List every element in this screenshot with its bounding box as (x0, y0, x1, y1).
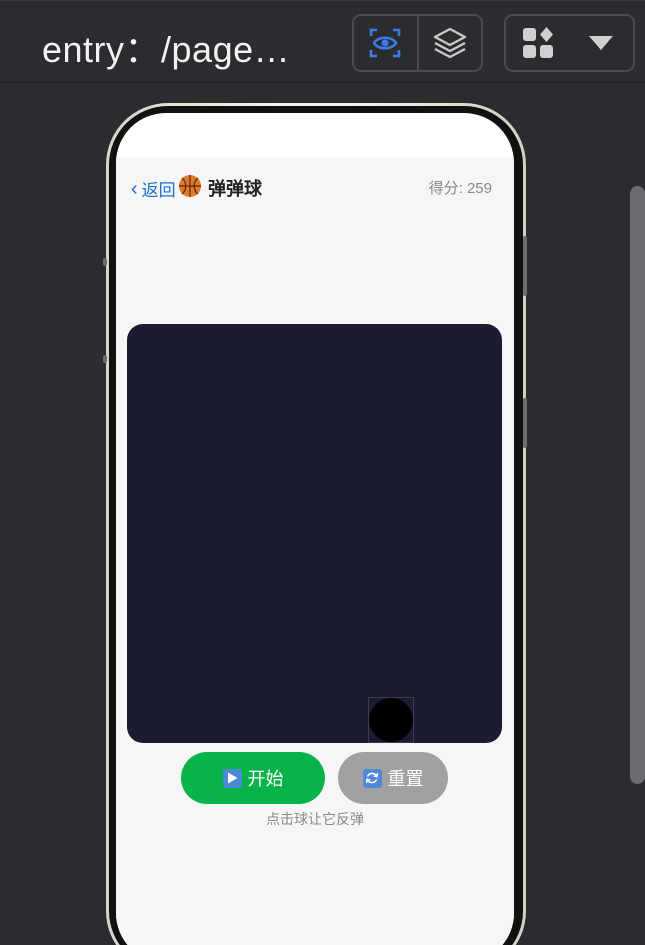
nav-bar: ‹ 返回 弹弹球 得分: 259 (116, 157, 514, 217)
inspect-button[interactable] (354, 16, 417, 70)
play-icon (222, 768, 242, 788)
device-side-button (523, 236, 527, 296)
chevron-left-icon: ‹ (131, 177, 138, 200)
layers-button[interactable] (416, 16, 482, 70)
back-button[interactable]: ‹ 返回 (131, 176, 176, 201)
components-button[interactable] (506, 16, 570, 70)
device-screen: ‹ 返回 弹弹球 得分: 259 开始 重置 点击球让它反弹 (116, 113, 514, 945)
reset-label: 重置 (387, 769, 424, 789)
preview-toolbar: entry：/page… (0, 0, 645, 83)
game-canvas[interactable] (127, 324, 502, 743)
dropdown-button[interactable] (570, 16, 634, 70)
app-page: ‹ 返回 弹弹球 得分: 259 开始 重置 点击球让它反弹 (116, 157, 514, 945)
components-icon (522, 27, 553, 58)
device-side-button (103, 258, 107, 266)
control-row: 开始 重置 (116, 752, 514, 806)
layers-icon (433, 27, 466, 59)
start-button[interactable]: 开始 (181, 752, 325, 804)
start-label: 开始 (247, 769, 284, 789)
preview-scrollbar[interactable] (630, 186, 645, 784)
hint-text: 点击球让它反弹 (266, 811, 364, 827)
score-label: 得分: 259 (428, 180, 492, 197)
reset-button[interactable]: 重置 (338, 752, 448, 804)
back-label: 返回 (141, 181, 176, 200)
eye-scan-icon (369, 28, 401, 58)
component-menu-group (504, 14, 635, 72)
device-side-button (523, 398, 527, 448)
app-title: 弹弹球 (208, 179, 262, 199)
refresh-icon (362, 768, 382, 788)
chevron-down-icon (589, 36, 614, 50)
page-title: entry：/page… (42, 29, 291, 70)
device-side-button (103, 355, 107, 363)
basketball-icon (179, 175, 201, 197)
ball[interactable] (369, 698, 413, 742)
view-toggle-group (352, 14, 483, 72)
